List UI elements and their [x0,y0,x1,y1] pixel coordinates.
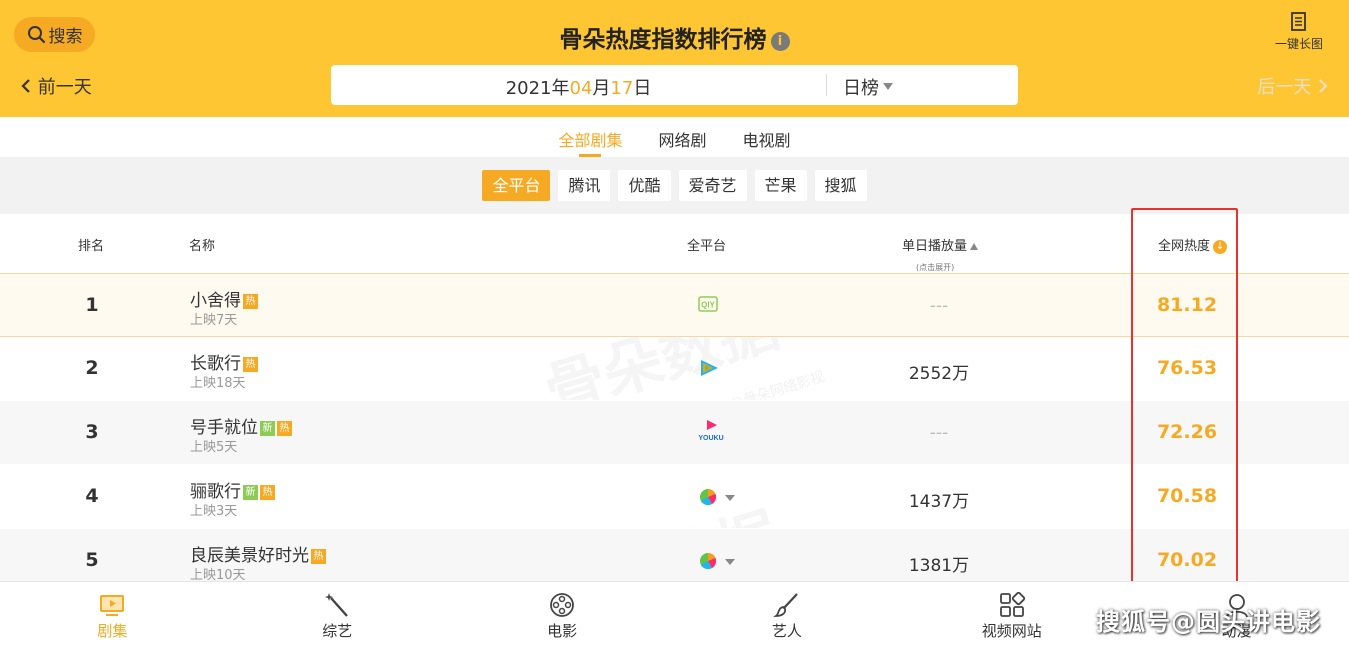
period-dropdown[interactable]: 日榜 [843,74,893,100]
heat-index: 76.53 [1156,357,1218,379]
rank: 2 [85,357,99,379]
caret-down-icon [883,83,893,90]
header-bar: 搜索 骨朵热度指数排行榜 i 一键长图 前一天 后一天 2021年04月17日 日… [0,0,1349,117]
multi-platform-icon[interactable] [698,551,738,575]
nav-movie[interactable]: 电影 [450,582,675,646]
table-row[interactable]: 2 长歌行热 上映18天 2552万 76.53 [0,337,1349,401]
film-reel-icon [550,593,574,617]
iqiyi-icon: QIY [698,296,718,316]
table-row[interactable]: 4 骊歌行新热 上映3天 1437万 70.58 [0,465,1349,529]
hot-badge: 热 [277,421,292,436]
series-name[interactable]: 骊歌行新热 [190,477,275,502]
table-row[interactable]: 1 小舍得热 上映7天 QIY --- 81.12 [0,273,1349,337]
multi-platform-icon[interactable] [698,487,738,511]
sort-icon [970,243,979,250]
series-name[interactable]: 良辰美景好时光热 [190,541,326,566]
heat-index: 72.26 [1156,421,1218,443]
ranking-table: 1 小舍得热 上映7天 QIY --- 81.12 2 长歌行热 上映18天 2… [0,273,1349,593]
table-header: 排名 名称 全平台 单日播放量 (点击展开) 全网热度 ↓ [0,214,1349,273]
tv-icon [100,595,125,616]
platform-filter: 全平台 腾讯 优酷 爱奇艺 芒果 搜狐 [0,157,1349,214]
tab-tv-series[interactable]: 电视剧 [725,117,809,157]
hot-badge: 热 [311,549,326,564]
prev-day-button[interactable]: 前一天 [20,73,92,99]
tencent-video-icon [698,359,720,381]
rank: 4 [85,485,99,507]
col-heat[interactable]: 全网热度 ↓ [1158,235,1228,254]
sort-desc-icon: ↓ [1213,240,1228,254]
svg-text:QIY: QIY [701,301,715,310]
nav-series[interactable]: 剧集 [0,582,225,646]
series-name[interactable]: 长歌行热 [190,349,258,374]
col-platform: 全平台 [687,239,727,254]
tab-web-series[interactable]: 网络剧 [640,117,724,157]
platform-iqiyi[interactable]: 爱奇艺 [678,170,747,201]
daily-plays: --- [929,296,949,316]
platform-youku[interactable]: 优酷 [618,170,671,201]
platform-mango[interactable]: 芒果 [754,170,807,201]
long-image-button[interactable]: 一键长图 [1271,12,1327,52]
table-row[interactable]: 3 号手就位新热 上映5天 YOUKU --- 72.26 [0,401,1349,465]
daily-plays: 2552万 [908,364,970,384]
source-credit-watermark: 搜狐号@圆头讲电影 [1096,608,1321,636]
brush-icon [772,593,798,617]
chevron-left-icon [21,79,30,93]
hot-badge: 热 [243,357,258,372]
release-days: 上映3天 [190,504,238,519]
chevron-right-icon [1319,79,1328,93]
release-days: 上映18天 [190,376,246,391]
col-rank: 排名 [78,239,105,254]
heat-index: 70.58 [1156,485,1218,507]
nav-variety[interactable]: 综艺 [225,582,450,646]
col-name: 名称 [189,239,216,254]
platform-all[interactable]: 全平台 [482,170,551,201]
new-badge: 新 [243,485,258,500]
next-day-button[interactable]: 后一天 [1257,73,1329,99]
heat-index: 81.12 [1156,294,1218,316]
info-icon[interactable]: i [770,32,790,51]
release-days: 上映7天 [190,313,238,328]
nav-video-sites[interactable]: 视频网站 [899,582,1124,646]
svg-text:YOUKU: YOUKU [698,435,723,442]
rank: 1 [85,294,99,316]
col-plays-hint: (点击展开) [916,263,955,272]
series-name[interactable]: 小舍得热 [190,286,258,311]
apps-icon [999,592,1025,617]
tab-all-series[interactable]: 全部剧集 [540,117,640,157]
long-image-label: 一键长图 [1274,37,1323,51]
series-name[interactable]: 号手就位新热 [190,413,292,438]
magic-wand-icon [325,593,349,617]
rank: 5 [85,549,99,571]
col-plays[interactable]: 单日播放量 [902,235,979,254]
category-tabs: 全部剧集 网络剧 电视剧 [0,117,1349,157]
hot-badge: 热 [260,485,275,500]
date-display[interactable]: 2021年04月17日 [331,74,826,100]
new-badge: 新 [260,421,275,436]
platform-sohu[interactable]: 搜狐 [814,170,867,201]
heat-index: 70.02 [1156,549,1218,571]
release-days: 上映5天 [190,440,238,455]
youku-icon: YOUKU [698,419,724,447]
document-icon [1291,12,1306,31]
hot-badge: 热 [243,294,258,309]
daily-plays: 1437万 [908,492,970,512]
platform-tencent[interactable]: 腾讯 [558,170,611,201]
divider [826,74,827,96]
date-selector[interactable]: 2021年04月17日 日榜 [331,65,1018,105]
daily-plays: 1381万 [908,556,970,576]
nav-artist[interactable]: 艺人 [674,582,899,646]
page-title: 骨朵热度指数排行榜 i [0,20,1349,54]
daily-plays: --- [929,423,949,443]
rank: 3 [85,421,99,443]
